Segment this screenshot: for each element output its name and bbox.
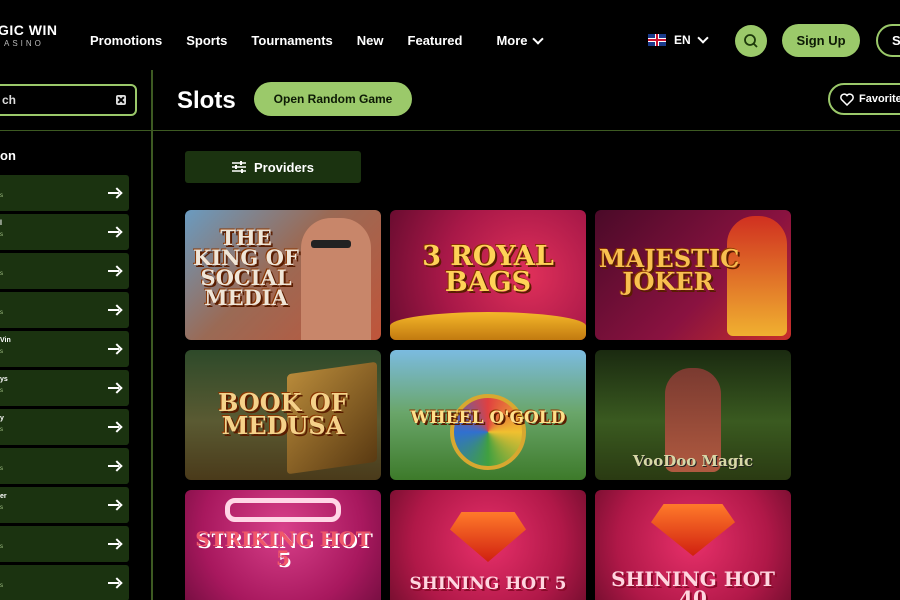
sidebar-item-sub: s <box>0 466 3 472</box>
sidebar-item-sub: s <box>0 427 3 433</box>
game-title: BOOK OF MEDUSA <box>218 388 348 440</box>
game-title: STRIKING HOT 5 <box>195 527 371 570</box>
open-random-game-button[interactable]: Open Random Game <box>254 82 412 116</box>
game-tile[interactable]: SHINING HOT 40 <box>595 490 791 600</box>
nav-new[interactable]: New <box>357 33 384 48</box>
brand-subtitle: ASINO <box>4 39 44 48</box>
sidebar-item[interactable]: s <box>0 253 129 289</box>
brand-name: GIC WIN <box>0 22 58 38</box>
game-tile[interactable]: SHINING HOT 5 <box>390 490 586 600</box>
game-title: SHINING HOT 40 <box>611 567 775 600</box>
sidebar-item-label: y <box>0 415 4 422</box>
providers-label: Providers <box>254 159 314 175</box>
page-title: Slots <box>177 87 236 114</box>
game-tile[interactable]: BOOK OF MEDUSA <box>185 350 381 480</box>
sidebar-item-sub: s <box>0 583 3 589</box>
sidebar-item-sub: s <box>0 193 3 199</box>
arrow-right-icon <box>108 187 120 199</box>
uk-flag-icon <box>648 34 666 46</box>
sidebar-item-sub: s <box>0 232 3 238</box>
language-code: EN <box>674 33 691 47</box>
game-tile[interactable]: VooDoo Magic <box>595 350 791 480</box>
sidebar-search-input[interactable]: ch <box>0 84 137 116</box>
sidebar: ch on s ls s s Vin s ys s ys s er s s s <box>0 70 153 600</box>
nav-promotions[interactable]: Promotions <box>90 33 162 48</box>
arrow-right-icon <box>108 226 120 238</box>
sidebar-item-sub: s <box>0 310 3 316</box>
sidebar-list: s ls s s Vin s ys s ys s er s s s <box>0 175 129 600</box>
main-nav: Promotions Sports Tournaments New Featur… <box>90 32 544 48</box>
arrow-right-icon <box>108 304 120 316</box>
header-search-button[interactable] <box>735 25 767 57</box>
game-tile[interactable]: WHEEL O'GOLD <box>390 350 586 480</box>
sidebar-item[interactable]: s <box>0 292 129 328</box>
sidebar-item-label: l <box>0 220 2 227</box>
nav-sports[interactable]: Sports <box>186 33 227 48</box>
providers-button[interactable]: Providers <box>185 151 361 183</box>
chevron-down-icon <box>697 32 709 44</box>
game-title: MAJESTIC JOKER <box>599 244 740 296</box>
sidebar-heading: on <box>0 148 16 163</box>
nav-tournaments[interactable]: Tournaments <box>251 33 332 48</box>
favorites-button[interactable]: Favorite <box>828 83 900 115</box>
game-tile[interactable]: STRIKING HOT 5 <box>185 490 381 600</box>
chevron-down-icon <box>531 32 544 45</box>
sidebar-item[interactable]: s <box>0 175 129 211</box>
arrow-right-icon <box>108 460 120 472</box>
sidebar-item[interactable]: ys s <box>0 370 129 406</box>
game-tile[interactable]: THE KING OF SOCIAL MEDIA <box>185 210 381 340</box>
game-title: THE KING OF SOCIAL MEDIA <box>193 225 299 310</box>
game-tile[interactable]: MAJESTIC JOKER <box>595 210 791 340</box>
signup-button[interactable]: Sign Up <box>782 24 860 57</box>
sidebar-search-value: ch <box>2 93 17 107</box>
arrow-right-icon <box>108 265 120 277</box>
signin-button[interactable]: S <box>876 24 900 57</box>
arrow-right-icon <box>108 343 120 355</box>
search-icon <box>744 34 758 48</box>
arrow-right-icon <box>108 499 120 511</box>
sidebar-item-label: Vin <box>0 337 11 344</box>
game-title: WHEEL O'GOLD <box>410 408 566 428</box>
arrow-right-icon <box>108 538 120 550</box>
sidebar-item-sub: s <box>0 505 3 511</box>
arrow-right-icon <box>108 382 120 394</box>
sidebar-item-sub: s <box>0 271 3 277</box>
nav-more-label: More <box>496 33 528 48</box>
sidebar-item-label: er <box>0 493 7 500</box>
game-title: 3 ROYAL BAGS <box>422 241 554 298</box>
heart-icon <box>840 92 854 106</box>
sidebar-item[interactable]: Vin s <box>0 331 129 367</box>
game-title: SHINING HOT 5 <box>409 574 567 594</box>
sidebar-item[interactable]: s <box>0 448 129 484</box>
sidebar-item-label: ys <box>0 376 8 383</box>
clear-icon[interactable] <box>116 95 126 105</box>
nav-more[interactable]: More <box>496 32 544 48</box>
sidebar-item-sub: s <box>0 388 3 394</box>
game-tile[interactable]: 3 ROYAL BAGS <box>390 210 586 340</box>
arrow-right-icon <box>108 577 120 589</box>
top-header: GIC WIN ASINO Promotions Sports Tourname… <box>0 0 900 70</box>
sidebar-item[interactable]: er s <box>0 487 129 523</box>
sidebar-item-sub: s <box>0 349 3 355</box>
sidebar-item[interactable]: ys <box>0 409 129 445</box>
sidebar-item-sub: s <box>0 544 3 550</box>
language-selector[interactable]: EN <box>648 32 709 47</box>
sidebar-item[interactable]: ls <box>0 214 129 250</box>
brand-logo[interactable]: GIC WIN ASINO <box>0 22 58 48</box>
sidebar-item[interactable]: s <box>0 526 129 562</box>
arrow-right-icon <box>108 421 120 433</box>
nav-featured[interactable]: Featured <box>408 33 463 48</box>
game-title: VooDoo Magic <box>632 452 754 470</box>
favorites-label: Favorite <box>859 93 900 105</box>
filter-sliders-icon <box>232 161 246 173</box>
sidebar-item[interactable]: s <box>0 565 129 600</box>
